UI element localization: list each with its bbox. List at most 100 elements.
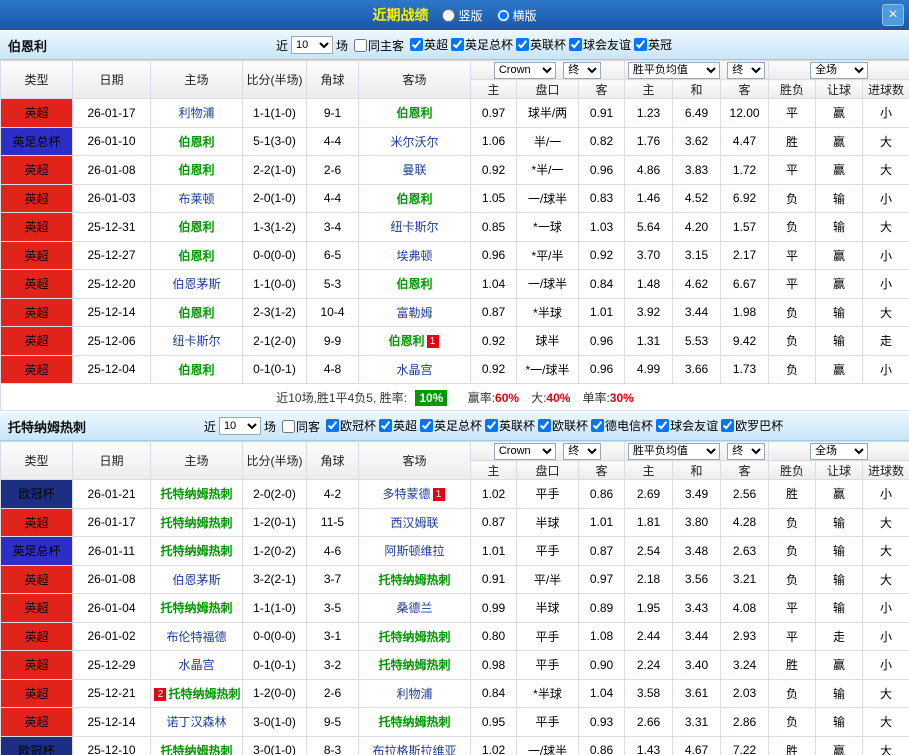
league-checkbox[interactable] — [325, 419, 339, 432]
league-filter[interactable]: 英超 — [409, 36, 448, 53]
layout-radio-vertical[interactable] — [442, 8, 456, 22]
league-checkbox[interactable] — [516, 38, 530, 51]
close-button[interactable]: × — [882, 4, 904, 26]
focus-team-link[interactable]: 伯恩利 — [178, 163, 214, 177]
venue-filter[interactable]: 同主客 — [353, 37, 404, 54]
focus-team-link[interactable]: 伯恩利 — [396, 106, 432, 120]
opponent-team-link[interactable]: 布伦特福德 — [166, 630, 226, 644]
result-handicap: 输 — [815, 183, 864, 213]
league-type-cell: 英超 — [0, 240, 73, 270]
opponent-team-link[interactable]: 富勒姆 — [396, 306, 432, 320]
scope-select[interactable]: 全场 — [810, 442, 869, 460]
focus-team-link[interactable]: 伯恩利 — [388, 334, 424, 348]
opponent-team-link[interactable]: 曼联 — [402, 163, 426, 177]
eu-company-select[interactable]: 胜平负均值 — [627, 442, 720, 460]
focus-team-link[interactable]: 托特纳姆热刺 — [378, 573, 450, 587]
opponent-team-link[interactable]: 布拉格斯拉维亚 — [372, 744, 456, 755]
focus-team-link[interactable]: 托特纳姆热刺 — [378, 630, 450, 644]
focus-team-link[interactable]: 托特纳姆热刺 — [160, 744, 232, 755]
venue-checkbox[interactable] — [281, 419, 295, 433]
venue-filter[interactable]: 同客 — [281, 418, 320, 435]
layout-option-vertical[interactable]: 竖版 — [442, 7, 483, 24]
focus-team-link[interactable]: 托特纳姆热刺 — [168, 687, 240, 701]
match-row: 英超 25-12-20 伯恩茅斯 1-1(0-0) 5-3 伯恩利 1.04 一… — [0, 269, 909, 299]
opponent-team-link[interactable]: 伯恩茅斯 — [172, 573, 220, 587]
odds-company-select[interactable]: Crown — [493, 442, 556, 460]
focus-team-link[interactable]: 伯恩利 — [178, 363, 214, 377]
home-team-cell: 伯恩茅斯 — [150, 564, 243, 594]
league-checkbox[interactable] — [721, 419, 735, 432]
focus-team-link[interactable]: 托特纳姆热刺 — [160, 544, 232, 558]
focus-team-link[interactable]: 伯恩利 — [178, 306, 214, 320]
focus-team-link[interactable]: 托特纳姆热刺 — [160, 601, 232, 615]
league-filter[interactable]: 英足总杯 — [451, 36, 513, 53]
match-row: 英超 26-01-04 托特纳姆热刺 1-1(1-0) 3-5 桑德兰 0.99… — [0, 593, 909, 623]
league-filter[interactable]: 球会友谊 — [569, 36, 631, 53]
recent-count-select[interactable]: 10 — [218, 417, 261, 435]
league-filter[interactable]: 德电信杯 — [591, 417, 653, 434]
focus-team-link[interactable]: 托特纳姆热刺 — [160, 487, 232, 501]
league-checkbox[interactable] — [569, 38, 583, 51]
match-date: 25-12-06 — [72, 326, 151, 356]
focus-team-link[interactable]: 伯恩利 — [178, 249, 214, 263]
opponent-team-link[interactable]: 多特蒙德 — [382, 487, 430, 501]
league-type-cell: 英超 — [0, 564, 73, 594]
league-checkbox[interactable] — [420, 419, 433, 432]
league-filter[interactable]: 欧联杯 — [538, 417, 588, 434]
odds-stage-select[interactable]: 终 — [563, 442, 602, 460]
opponent-team-link[interactable]: 纽卡斯尔 — [390, 220, 438, 234]
eu-company-select[interactable]: 胜平负均值 — [627, 61, 720, 79]
league-filter[interactable]: 英冠 — [634, 36, 672, 53]
eu-stage-select[interactable]: 终 — [727, 61, 766, 79]
eu-draw-cell: 3.44 — [672, 621, 722, 651]
league-checkbox[interactable] — [451, 38, 464, 51]
opponent-team-link[interactable]: 米尔沃尔 — [390, 135, 438, 149]
eu-stage-select[interactable]: 终 — [727, 442, 766, 460]
league-checkbox[interactable] — [591, 419, 605, 432]
scope-select[interactable]: 全场 — [810, 61, 869, 79]
eu-home-cell: 2.54 — [624, 536, 674, 566]
odds-company-select[interactable]: Crown — [493, 61, 556, 79]
focus-team-link[interactable]: 伯恩利 — [178, 135, 214, 149]
league-filter[interactable]: 欧冠杯 — [325, 417, 376, 434]
league-checkbox[interactable] — [378, 419, 392, 432]
opponent-team-link[interactable]: 水晶宫 — [178, 658, 214, 672]
opponent-team-link[interactable]: 西汉姆联 — [390, 516, 438, 530]
opponent-team-link[interactable]: 布莱顿 — [178, 192, 214, 206]
odds-stage-select[interactable]: 终 — [563, 61, 602, 79]
opponent-team-link[interactable]: 水晶宫 — [396, 363, 432, 377]
focus-team-link[interactable]: 伯恩利 — [396, 192, 432, 206]
layout-radio-horizontal[interactable] — [496, 8, 510, 22]
league-filter[interactable]: 欧罗巴杯 — [721, 417, 783, 434]
opponent-team-link[interactable]: 诺丁汉森林 — [166, 715, 226, 729]
home-team-cell: 伯恩利 — [150, 240, 243, 270]
league-checkbox[interactable] — [538, 419, 552, 432]
league-filter[interactable]: 英足总杯 — [420, 417, 482, 434]
focus-team-link[interactable]: 托特纳姆热刺 — [160, 516, 232, 530]
league-filter[interactable]: 英联杯 — [485, 417, 535, 434]
focus-team-link[interactable]: 伯恩利 — [396, 277, 432, 291]
league-filter[interactable]: 球会友谊 — [656, 417, 718, 434]
opponent-team-link[interactable]: 纽卡斯尔 — [172, 334, 220, 348]
league-filter[interactable]: 英超 — [378, 417, 417, 434]
venue-checkbox[interactable] — [353, 38, 367, 52]
league-checkbox[interactable] — [409, 38, 423, 51]
opponent-team-link[interactable]: 阿斯顿维拉 — [384, 544, 444, 558]
focus-team-link[interactable]: 托特纳姆热刺 — [378, 715, 450, 729]
league-filter[interactable]: 英联杯 — [516, 36, 566, 53]
result-goals: 大 — [862, 155, 909, 185]
eu-away-cell: 2.93 — [720, 621, 770, 651]
recent-count-select[interactable]: 10 — [290, 36, 333, 54]
focus-team-link[interactable]: 伯恩利 — [178, 220, 214, 234]
opponent-team-link[interactable]: 埃弗顿 — [396, 249, 432, 263]
opponent-team-link[interactable]: 利物浦 — [396, 687, 432, 701]
league-checkbox[interactable] — [485, 419, 499, 432]
ah-away-cell: 0.92 — [577, 240, 626, 270]
opponent-team-link[interactable]: 利物浦 — [178, 106, 214, 120]
focus-team-link[interactable]: 托特纳姆热刺 — [378, 658, 450, 672]
opponent-team-link[interactable]: 桑德兰 — [396, 601, 432, 615]
opponent-team-link[interactable]: 伯恩茅斯 — [172, 277, 220, 291]
layout-option-horizontal[interactable]: 横版 — [496, 7, 537, 24]
league-checkbox[interactable] — [656, 419, 670, 432]
league-checkbox[interactable] — [634, 38, 648, 51]
